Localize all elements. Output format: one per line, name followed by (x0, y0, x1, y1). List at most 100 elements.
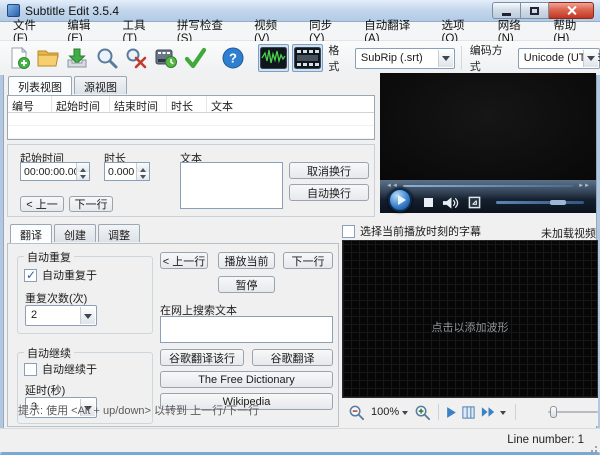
shortcut-hint: 提示: 使用 <Alt + up/down> 以转到 上一行/下一行 (18, 402, 259, 418)
slider-thumb[interactable] (550, 406, 557, 418)
replace-button[interactable] (123, 44, 150, 72)
auto-repeat-checkbox[interactable]: 自动重复于 (24, 267, 97, 283)
seek-track[interactable] (403, 185, 573, 187)
duration-value: 0.000 (108, 166, 134, 178)
auto-continue-checkbox[interactable]: 自动继续于 (24, 361, 97, 377)
waveform-section: 选择当前播放时刻的字幕 未加载视频 点击以添加波形 100% (342, 222, 598, 428)
playback-speed-button[interactable] (480, 406, 497, 418)
help-icon: ? (221, 46, 245, 70)
volume-slider[interactable] (496, 201, 584, 204)
checkbox-unchecked-icon[interactable] (24, 363, 37, 376)
search-text-input[interactable] (160, 316, 333, 343)
video-status-label: 未加载视频 (541, 225, 596, 241)
visual-sync-button[interactable] (152, 44, 179, 72)
spinner-arrows-icon[interactable] (76, 163, 89, 180)
table-header: 编号 起始时间 结束时间 时长 文本 (8, 96, 374, 113)
google-translate-button[interactable]: 谷歌翻译 (252, 349, 333, 366)
toolbar: ? 格式 SubRip (.srt) 编码方式 Unicode (UTF-8) (0, 41, 600, 75)
free-dictionary-button[interactable]: The Free Dictionary (160, 371, 333, 388)
waveform-toggle-button[interactable] (258, 44, 289, 72)
bottom-panel: 翻译 创建 调整 自动重复 自动重复于 重复次数(次) 2 自动继续 (7, 224, 339, 427)
volume-icon[interactable] (442, 196, 459, 210)
waveform-hint-label: 点击以添加波形 (343, 319, 597, 335)
auto-repeat-group: 自动重复 自动重复于 重复次数(次) 2 (17, 256, 153, 334)
help-button[interactable]: ? (220, 44, 247, 72)
zoom-out-button[interactable] (348, 404, 365, 421)
subtitle-text-input[interactable] (180, 162, 283, 209)
waveform-canvas[interactable]: 点击以添加波形 (342, 240, 598, 398)
resize-grip-icon[interactable] (595, 446, 597, 448)
chevron-down-icon[interactable] (402, 411, 408, 418)
open-file-button[interactable] (34, 44, 61, 72)
zoom-level-value[interactable]: 100% (371, 406, 399, 418)
spell-check-button[interactable] (181, 44, 208, 72)
start-time-spinner[interactable]: 00:00:00.000 (20, 162, 90, 181)
seek-bar[interactable]: ◄◄ ►► (380, 180, 596, 192)
column-number[interactable]: 编号 (8, 96, 52, 112)
column-duration[interactable]: 时长 (167, 96, 207, 112)
google-translate-line-button[interactable]: 谷歌翻译该行 (160, 349, 244, 366)
delay-label: 延时(秒) (25, 382, 65, 398)
next-line-button[interactable]: 下一行 (69, 196, 113, 212)
menubar: 文件(F) 编辑(E) 工具(T) 拼写检查(S) 视频(V) 同步(Y) 自动… (0, 22, 600, 41)
waveform-toolbar: 100% (342, 398, 598, 426)
maximize-icon (530, 7, 539, 15)
next-line-button[interactable]: 下一行 (283, 252, 333, 269)
format-value: SubRip (.srt) (361, 52, 423, 64)
fullscreen-icon[interactable] (468, 196, 481, 209)
auto-continue-group-title: 自动继续 (24, 345, 74, 361)
video-screen[interactable] (380, 73, 596, 180)
column-text[interactable]: 文本 (207, 96, 374, 112)
video-controls-bar: ◄◄ ►► (380, 180, 596, 213)
format-select[interactable]: SubRip (.srt) (355, 48, 455, 69)
tab-adjust[interactable]: 调整 (98, 224, 140, 242)
stop-button[interactable] (424, 198, 433, 207)
repeat-count-label: 重复次数(次) (25, 290, 87, 306)
chevron-down-icon[interactable] (500, 411, 506, 418)
save-button[interactable] (64, 44, 91, 72)
auto-break-button[interactable]: 自动换行 (289, 184, 369, 201)
auto-continue-checkbox-label: 自动继续于 (42, 361, 97, 377)
duration-spinner[interactable]: 0.000 (104, 162, 150, 181)
volume-thumb[interactable] (550, 200, 566, 205)
find-button[interactable] (93, 44, 120, 72)
chevron-down-icon (80, 307, 95, 324)
select-current-subtitle-checkbox[interactable]: 选择当前播放时刻的字幕 (342, 223, 481, 239)
previous-line-button[interactable]: < 上一 (20, 196, 64, 212)
subtitle-table[interactable]: 编号 起始时间 结束时间 时长 文本 (7, 95, 375, 140)
fast-forward-icon[interactable]: ►► (578, 183, 590, 189)
checkbox-checked-icon[interactable] (24, 269, 37, 282)
previous-line-button[interactable]: < 上一行 (160, 252, 208, 269)
checkbox-unchecked-icon[interactable] (342, 225, 355, 238)
open-folder-icon (36, 46, 60, 70)
tab-create[interactable]: 创建 (54, 224, 96, 242)
pause-button[interactable]: 暂停 (218, 276, 275, 293)
video-toggle-button[interactable] (292, 44, 323, 72)
unbreak-button[interactable]: 取消换行 (289, 162, 369, 179)
wave-play-button[interactable] (446, 406, 457, 419)
column-start-time[interactable]: 起始时间 (52, 96, 110, 112)
view-tabs: 列表视图 源视图 (5, 76, 377, 95)
video-position-button[interactable] (461, 405, 476, 420)
wave-position-slider[interactable] (548, 411, 598, 413)
visual-sync-icon (154, 46, 178, 70)
video-player: ◄◄ ►► (380, 73, 596, 213)
tab-translate[interactable]: 翻译 (10, 224, 52, 243)
find-replace-icon (124, 46, 148, 70)
zoom-in-button[interactable] (414, 404, 431, 421)
auto-repeat-group-title: 自动重复 (24, 249, 74, 265)
repeat-count-value: 2 (31, 309, 37, 321)
repeat-count-select[interactable]: 2 (25, 305, 97, 326)
playback-controls (380, 192, 596, 213)
new-file-button[interactable] (5, 44, 32, 72)
tab-source-view[interactable]: 源视图 (74, 76, 127, 94)
encoding-select[interactable]: Unicode (UTF-8) (518, 48, 600, 69)
play-button[interactable] (388, 188, 412, 212)
play-current-button[interactable]: 播放当前 (218, 252, 275, 269)
tab-list-view[interactable]: 列表视图 (8, 76, 72, 95)
subtitle-list-section: 列表视图 源视图 编号 起始时间 结束时间 时长 文本 起始时间 00:00:0… (5, 76, 377, 217)
spinner-arrows-icon[interactable] (136, 163, 149, 180)
svg-text:?: ? (229, 51, 237, 66)
column-end-time[interactable]: 结束时间 (110, 96, 167, 112)
new-file-icon (7, 46, 31, 70)
